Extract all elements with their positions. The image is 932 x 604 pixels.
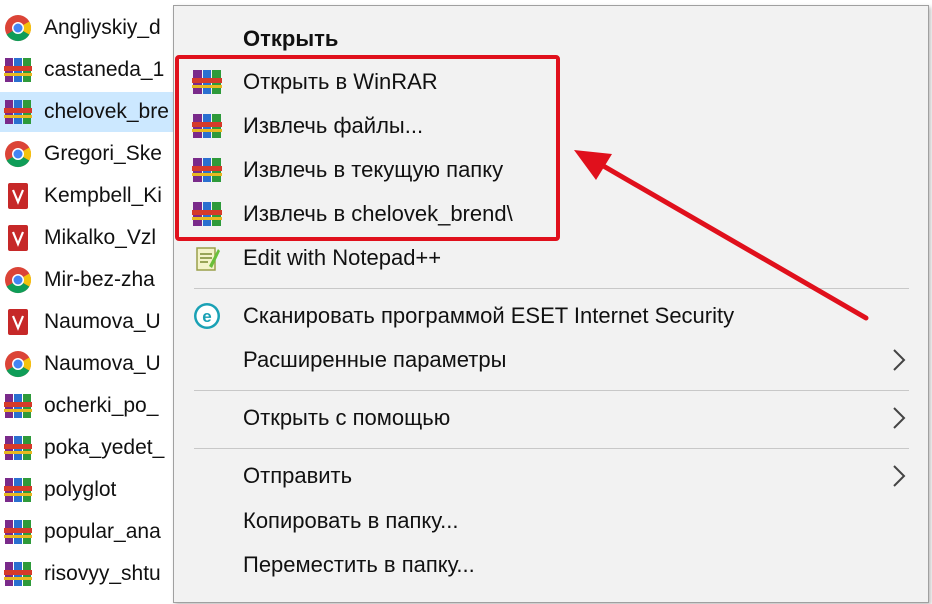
file-name: Angliyskiy_d (44, 16, 161, 39)
menu-separator (194, 448, 909, 449)
file-name: popular_ana (44, 520, 161, 543)
file-item[interactable]: Kempbell_Ki (0, 176, 180, 216)
file-name: Mir-bez-zha (44, 268, 155, 291)
file-item[interactable]: ocherki_po_ (0, 386, 180, 426)
menu-item-open-with[interactable]: Открыть с помощью (174, 398, 928, 438)
menu-item-label: Отправить (243, 463, 353, 488)
file-name: ocherki_po_ (44, 394, 159, 417)
menu-separator (194, 288, 909, 289)
file-list: Angliyskiy_d castaneda_1 chelovek_bre Gr… (0, 0, 180, 604)
file-item[interactable]: Mikalko_Vzl (0, 218, 180, 258)
menu-item-send-to[interactable]: Отправить (174, 456, 928, 496)
file-name: castaneda_1 (44, 58, 165, 81)
file-item[interactable]: Naumova_U (0, 344, 180, 384)
menu-item-advanced[interactable]: Расширенные параметры (174, 340, 928, 380)
menu-item-label: Открыть с помощью (243, 405, 451, 430)
menu-item-move-to[interactable]: Переместить в папку... (174, 545, 928, 585)
chrome-icon (5, 267, 32, 294)
pdf-icon (8, 225, 28, 251)
file-item[interactable]: risovyy_shtu (0, 554, 180, 594)
winrar-icon (4, 394, 32, 418)
winrar-icon (4, 520, 32, 544)
file-item[interactable]: polyglot (0, 470, 180, 510)
file-item[interactable]: popular_ana (0, 512, 180, 552)
menu-item-label: Открыть (243, 26, 339, 51)
winrar-icon (4, 436, 32, 460)
menu-item-label: Edit with Notepad++ (243, 245, 442, 270)
file-item[interactable]: Mir-bez-zha (0, 260, 180, 300)
menu-item-label: Сканировать программой ESET Internet Sec… (243, 303, 735, 328)
file-name: chelovek_bre (44, 100, 169, 123)
chrome-icon (5, 351, 32, 378)
menu-separator (194, 390, 909, 391)
svg-text:e: e (202, 307, 211, 326)
file-item[interactable]: Naumova_U (0, 302, 180, 342)
file-item-selected[interactable]: chelovek_bre (0, 92, 180, 132)
menu-item-edit-notepad[interactable]: Edit with Notepad++ (174, 238, 928, 278)
file-name: Mikalko_Vzl (44, 226, 157, 249)
chrome-icon (5, 141, 32, 168)
chrome-icon (5, 15, 32, 42)
winrar-icon (4, 478, 32, 502)
file-name: Naumova_U (44, 310, 161, 333)
eset-icon: e (194, 303, 220, 329)
menu-item-label: Переместить в папку... (243, 552, 475, 577)
file-item[interactable]: castaneda_1 (0, 50, 180, 90)
pdf-icon (8, 183, 28, 209)
menu-item-copy-to[interactable]: Копировать в папку... (174, 501, 928, 541)
menu-item-label: Расширенные параметры (243, 347, 507, 372)
file-item[interactable]: Gregori_Ske (0, 134, 180, 174)
pdf-icon (8, 309, 28, 335)
file-name: Kempbell_Ki (44, 184, 162, 207)
file-name: Naumova_U (44, 352, 161, 375)
menu-item-open[interactable]: Открыть (174, 19, 928, 59)
annotation-highlight-box (175, 55, 560, 241)
menu-item-scan-eset[interactable]: e Сканировать программой ESET Internet S… (174, 296, 928, 336)
file-item[interactable]: Angliyskiy_d (0, 8, 180, 48)
chevron-right-icon (893, 465, 906, 487)
winrar-icon (4, 58, 32, 82)
chevron-right-icon (893, 407, 906, 429)
file-name: poka_yedet_ (44, 436, 165, 459)
file-name: polyglot (44, 478, 117, 501)
file-item[interactable]: poka_yedet_ (0, 428, 180, 468)
file-name: risovyy_shtu (44, 562, 161, 585)
notepad-plus-plus-icon (196, 247, 220, 271)
winrar-icon (4, 562, 32, 586)
winrar-icon (4, 100, 32, 124)
file-name: Gregori_Ske (44, 142, 162, 165)
menu-item-label: Копировать в папку... (243, 508, 459, 533)
chevron-right-icon (893, 349, 906, 371)
